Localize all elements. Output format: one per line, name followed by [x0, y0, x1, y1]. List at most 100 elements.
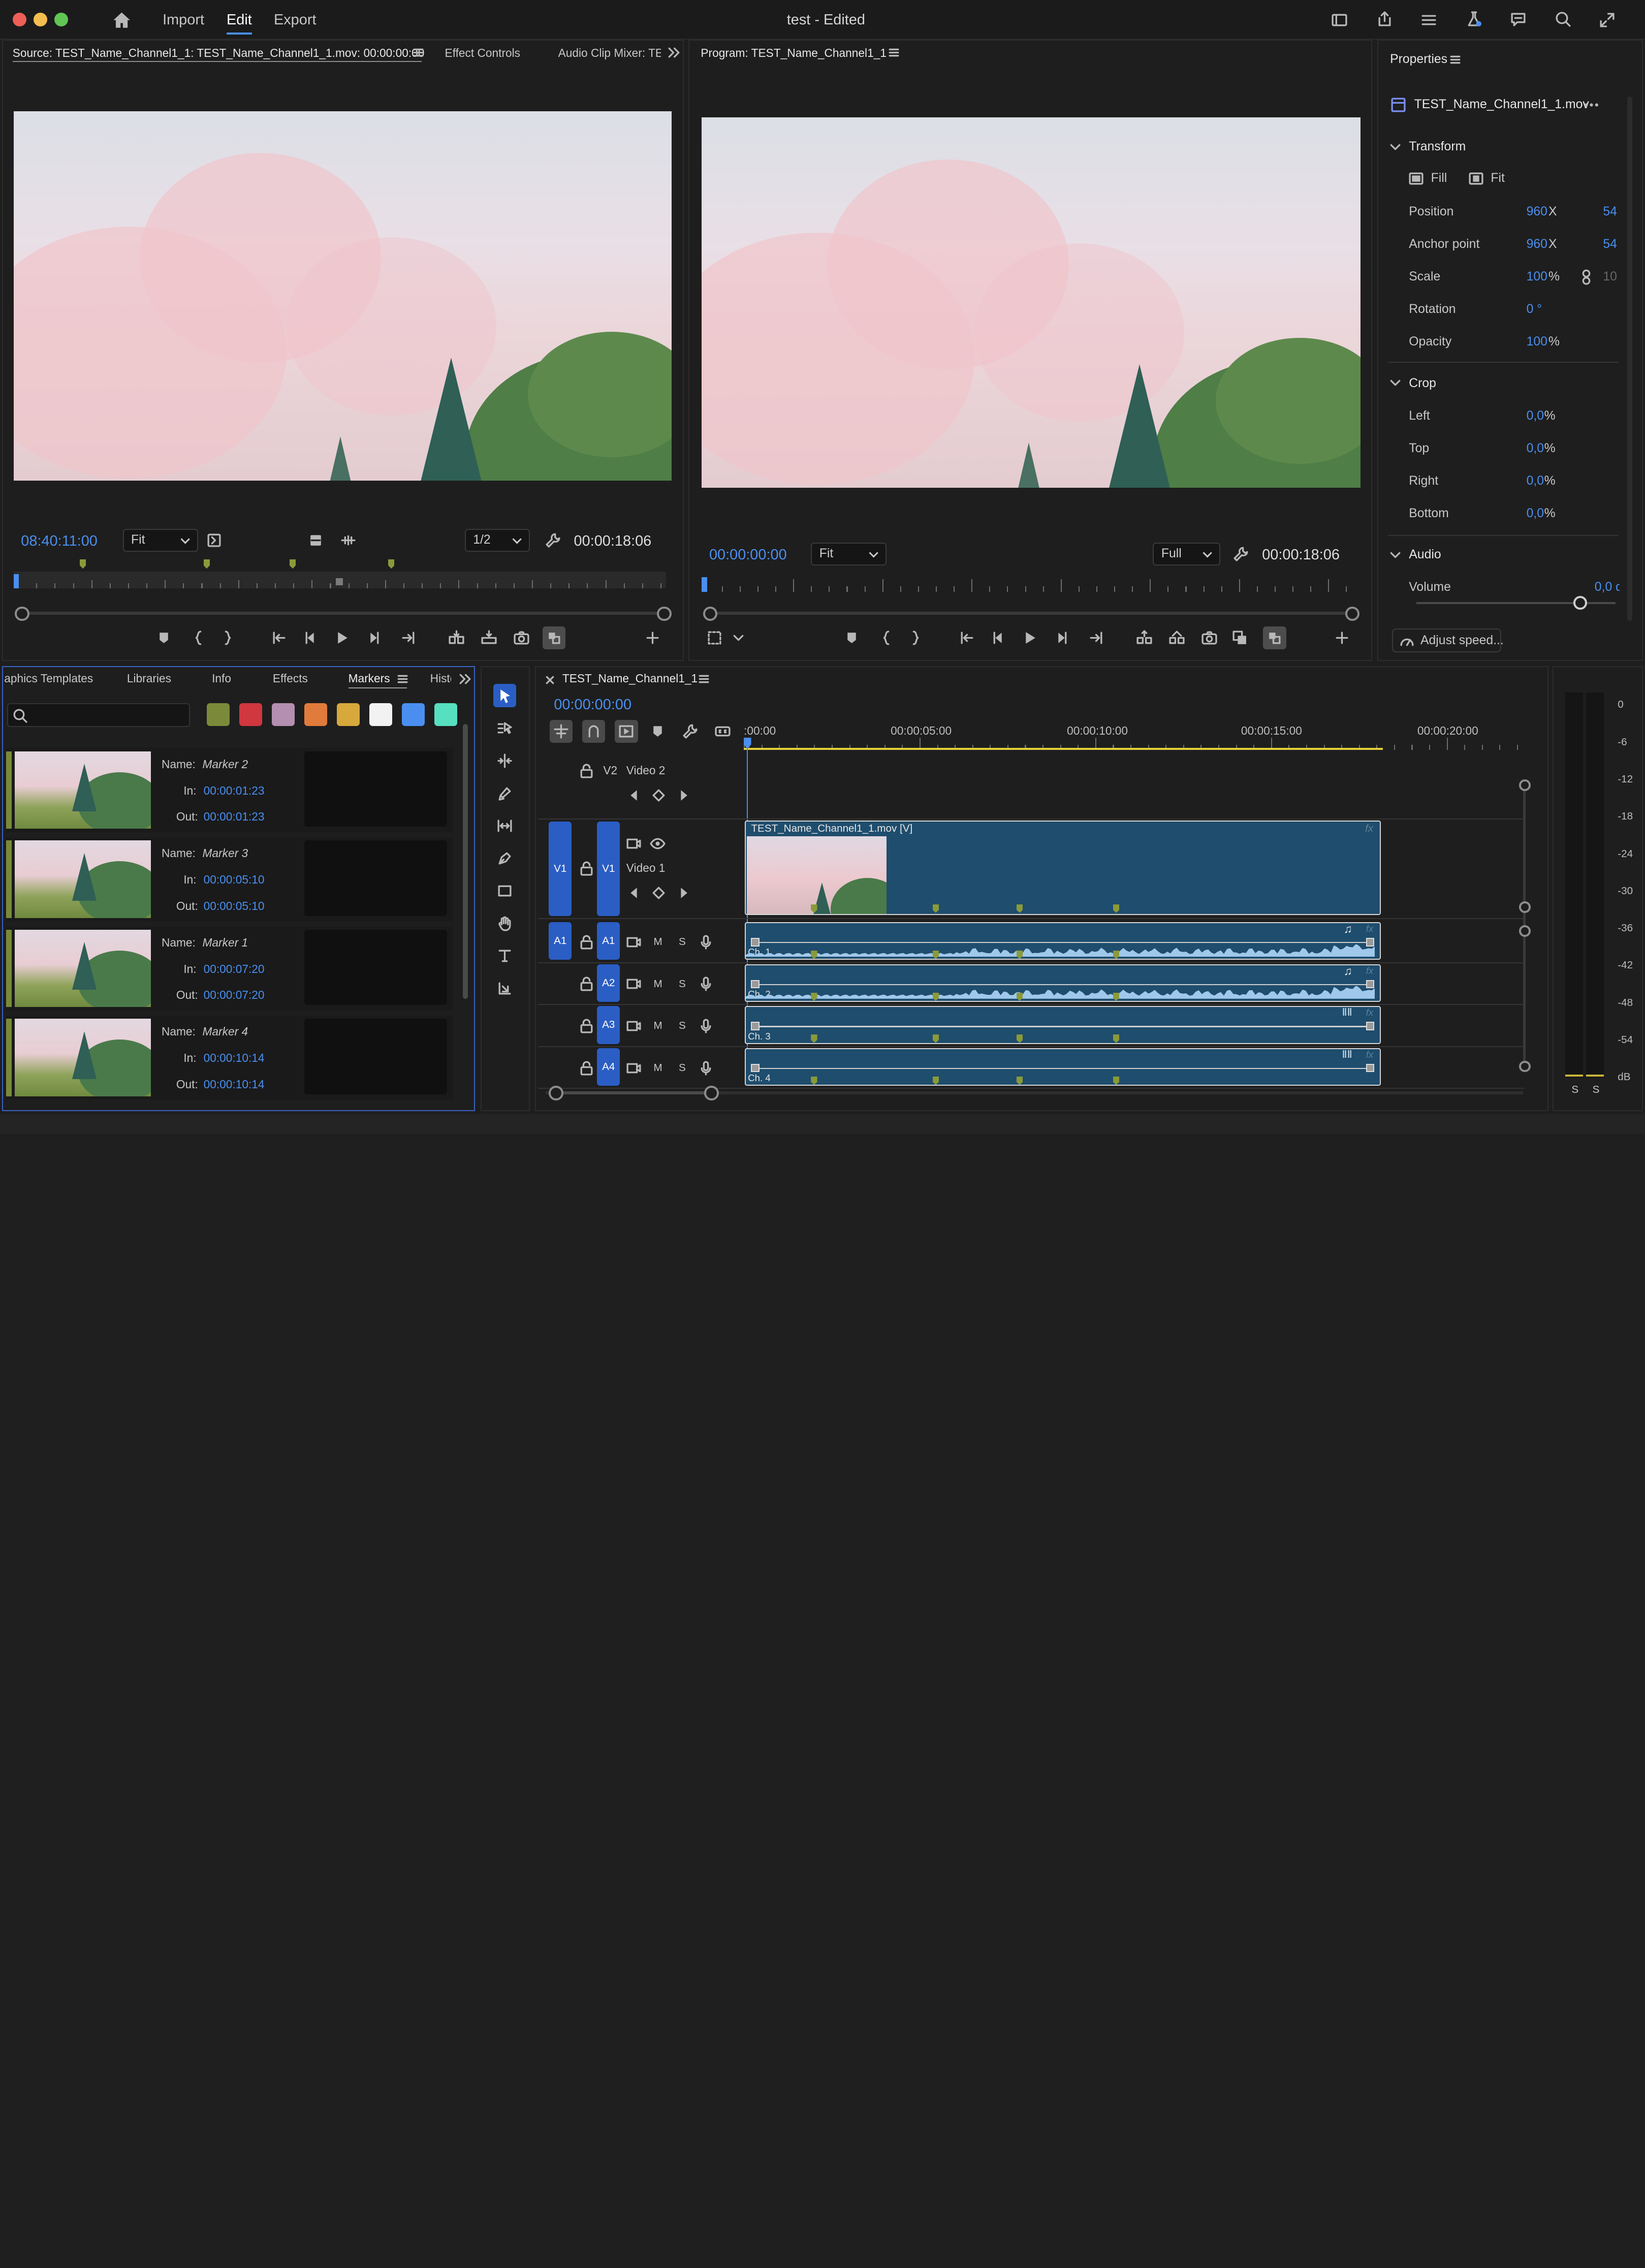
next-keyframe-icon[interactable]: [674, 884, 692, 902]
sync-lock-icon[interactable]: [624, 1017, 643, 1035]
position-y-value[interactable]: 54(: [1603, 205, 1618, 219]
sync-lock-icon[interactable]: [624, 1059, 643, 1078]
clip-marker[interactable]: [1016, 1076, 1023, 1085]
voice-over-mic-icon[interactable]: [697, 1059, 715, 1078]
vscroll-handle[interactable]: [1519, 925, 1531, 937]
properties-scrollbar[interactable]: [1627, 96, 1633, 621]
solo-left-button[interactable]: S: [1571, 1084, 1578, 1096]
voice-over-mic-icon[interactable]: [697, 933, 715, 952]
keyframe-handle[interactable]: [751, 1063, 760, 1073]
audio-clip[interactable]: Ch. 1 ♫ fx: [745, 922, 1381, 960]
menu-edit[interactable]: Edit: [227, 12, 252, 28]
source-monitor-tab[interactable]: Source: TEST_Name_Channel1_1: TEST_Name_…: [13, 46, 425, 60]
marker-in-timecode[interactable]: 00:00:10:14: [204, 1051, 265, 1065]
marker-out-timecode[interactable]: 00:00:10:14: [204, 1078, 265, 1091]
vscroll-handle[interactable]: [1519, 1060, 1531, 1073]
properties-menu-icon[interactable]: [1446, 50, 1465, 69]
sync-lock-icon[interactable]: [624, 933, 643, 952]
marker-comment-box[interactable]: [304, 840, 447, 916]
clip-marker[interactable]: [811, 1076, 817, 1085]
marker-color-filter[interactable]: [271, 703, 295, 726]
clip-marker[interactable]: [1113, 992, 1120, 1001]
anchor-x-value[interactable]: 960: [1527, 237, 1547, 251]
rectangle-tool-icon[interactable]: [493, 879, 516, 902]
next-keyframe-icon[interactable]: [674, 786, 692, 805]
mark-in-icon[interactable]: [877, 628, 896, 647]
track-target-a2[interactable]: A2: [596, 964, 620, 1002]
volume-value[interactable]: 0,0 d: [1595, 580, 1620, 594]
marker-color-filter[interactable]: [369, 703, 393, 726]
crop-bottom-value[interactable]: 0,0: [1527, 507, 1544, 521]
go-to-out-icon[interactable]: [399, 628, 418, 647]
clip-marker[interactable]: [1016, 992, 1023, 1001]
rotation-value[interactable]: 0 °: [1527, 302, 1542, 317]
lock-track-icon[interactable]: [577, 1017, 596, 1035]
lock-track-icon[interactable]: [577, 974, 596, 993]
clip-marker[interactable]: [1113, 904, 1120, 913]
source-add-button-icon[interactable]: [643, 628, 662, 647]
track-target-v1[interactable]: V1: [596, 821, 620, 916]
mute-track-button[interactable]: M: [653, 1062, 662, 1074]
export-frame-camera-icon[interactable]: [512, 628, 531, 647]
work-area-bar[interactable]: [744, 748, 1383, 750]
play-icon[interactable]: [333, 628, 352, 647]
search-help-icon[interactable]: [1554, 10, 1572, 28]
scale-value[interactable]: 100: [1527, 270, 1547, 284]
clip-marker[interactable]: [1113, 1034, 1120, 1043]
timeline-vertical-scrollbar[interactable]: [1523, 781, 1526, 1067]
marker-out-timecode[interactable]: 00:00:05:10: [204, 899, 265, 913]
minimize-window-button[interactable]: [34, 12, 47, 26]
lock-track-icon[interactable]: [577, 762, 596, 780]
prev-keyframe-icon[interactable]: [625, 786, 644, 805]
mute-track-button[interactable]: M: [653, 936, 662, 948]
clip-marker[interactable]: [1016, 1034, 1023, 1043]
keyframe-handle[interactable]: [1366, 1063, 1375, 1073]
program-add-button-icon[interactable]: [1333, 628, 1351, 647]
marker-comment-box[interactable]: [304, 1019, 447, 1094]
tab-history[interactable]: Histo: [430, 672, 451, 685]
marker-in-timecode[interactable]: 00:00:05:10: [204, 873, 265, 887]
marker-list-item[interactable]: Name: Marker 3 In: 00:00:05:10 Out: 00:00:05:…: [6, 837, 454, 922]
crop-collapse-chevron-icon[interactable]: [1386, 373, 1405, 392]
sync-lock-icon[interactable]: [624, 974, 643, 993]
clip-marker[interactable]: [811, 1034, 817, 1043]
program-monitor-tab[interactable]: Program: TEST_Name_Channel1_1: [701, 46, 887, 60]
lock-track-icon[interactable]: [577, 1059, 596, 1078]
step-back-icon[interactable]: [301, 628, 320, 647]
keyframe-handle[interactable]: [1366, 1022, 1375, 1030]
marker-color-filter[interactable]: [401, 703, 425, 726]
timeline-settings-wrench-icon[interactable]: [681, 722, 700, 741]
clip-marker[interactable]: [932, 950, 939, 959]
keyframe-handle[interactable]: [751, 1022, 760, 1030]
clip-marker[interactable]: [811, 992, 817, 1001]
audio-clip[interactable]: Ch. 2 ♫ fx: [745, 964, 1381, 1002]
marker-in-timecode[interactable]: 00:00:07:20: [204, 962, 265, 976]
multicam-icon[interactable]: [1230, 628, 1249, 647]
markers-panel-menu-icon[interactable]: [393, 669, 412, 688]
audio-clip-mixer-tab[interactable]: Audio Clip Mixer: TE:: [558, 46, 661, 60]
timeline-timecode[interactable]: 00:00:00:00: [554, 697, 631, 713]
source-settings-wrench-icon[interactable]: [544, 531, 562, 550]
crop-left-value[interactable]: 0,0: [1527, 409, 1544, 423]
source-fit-dropdown[interactable]: Fit: [122, 528, 199, 552]
source-playhead[interactable]: [13, 574, 19, 589]
ripple-edit-tool-icon[interactable]: [493, 749, 516, 772]
marker-list-item[interactable]: Name: Marker 2 In: 00:00:01:23 Out: 00:00:01:…: [6, 748, 454, 832]
go-to-in-icon[interactable]: [958, 628, 976, 647]
transform-collapse-chevron-icon[interactable]: [1386, 138, 1405, 156]
marker-out-timecode[interactable]: 00:00:07:20: [204, 988, 265, 1002]
source-patch-v1[interactable]: V1: [548, 821, 572, 916]
solo-track-button[interactable]: S: [679, 978, 686, 990]
safe-margins-menu-icon[interactable]: [705, 628, 724, 647]
marker-in-timecode[interactable]: 00:00:01:23: [204, 784, 265, 798]
marker-color-filter[interactable]: [434, 703, 458, 726]
opacity-value[interactable]: 100: [1527, 335, 1547, 349]
video-clip[interactable]: TEST_Name_Channel1_1.mov [V] fx: [745, 820, 1381, 915]
marker-color-filter[interactable]: [304, 703, 328, 726]
comments-icon[interactable]: [1508, 10, 1527, 28]
type-tool-icon[interactable]: [493, 944, 516, 967]
audio-clip[interactable]: Ch. 4 ⅡⅡ fx: [745, 1048, 1381, 1086]
add-keyframe-icon[interactable]: [649, 786, 668, 805]
more-tabs-chevron-icon[interactable]: [455, 669, 474, 688]
go-to-out-icon[interactable]: [1087, 628, 1105, 647]
